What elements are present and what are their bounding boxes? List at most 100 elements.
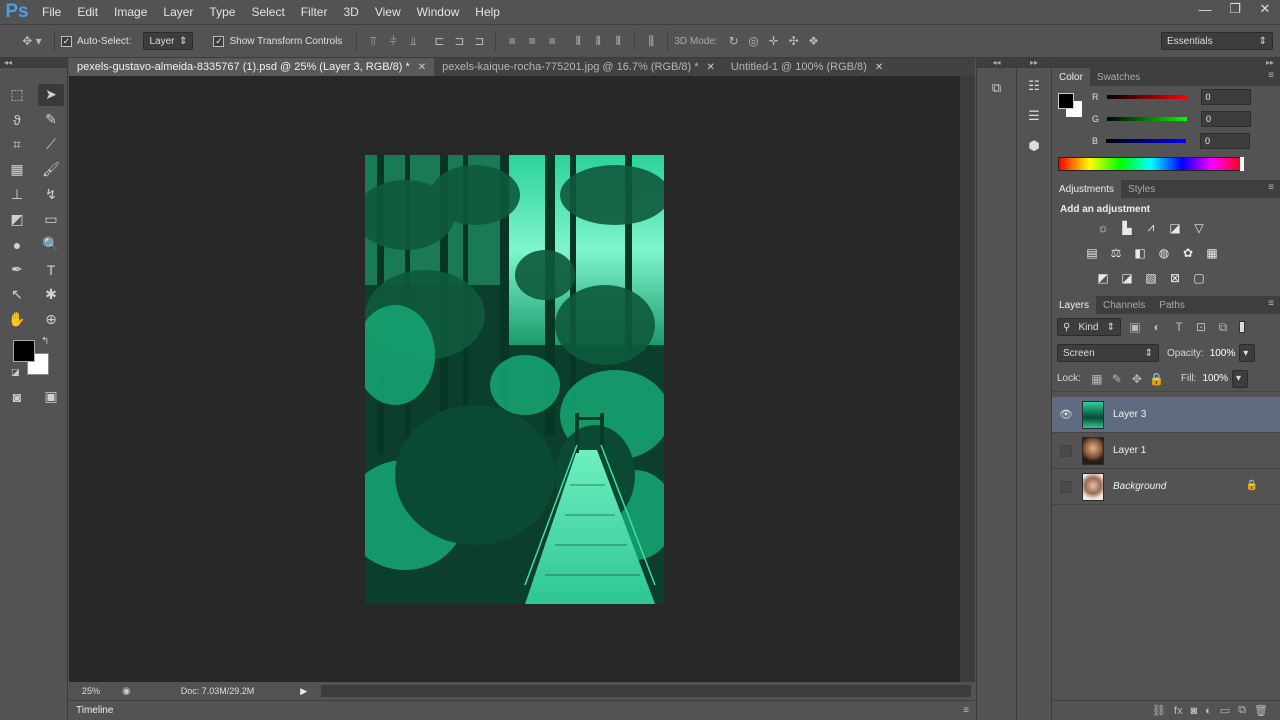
blur-tool-icon[interactable]: ● (4, 234, 30, 256)
tab-paths[interactable]: Paths (1152, 296, 1192, 314)
channel-mixer-icon[interactable]: ✿ (1179, 245, 1197, 261)
tab-channels[interactable]: Channels (1096, 296, 1152, 314)
3d-rotate-icon[interactable]: ↻ (724, 31, 744, 51)
menu-type[interactable]: Type (201, 0, 243, 24)
add-mask-icon[interactable]: ◙ (1190, 705, 1197, 717)
layer-row-layer-3[interactable]: 👁 Layer 3 (1052, 397, 1280, 433)
new-layer-icon[interactable]: ⧉ (1238, 704, 1246, 717)
gradient-tool-icon[interactable]: ▭ (38, 209, 64, 231)
menu-layer[interactable]: Layer (155, 0, 201, 24)
auto-select-checkbox[interactable]: ✓ Auto-Select: (61, 35, 131, 47)
3d-roll-icon[interactable]: ◎ (744, 31, 764, 51)
new-group-icon[interactable]: ▭ (1220, 704, 1230, 717)
menu-filter[interactable]: Filter (293, 0, 336, 24)
clone-stamp-tool-icon[interactable]: ⊥ (4, 184, 30, 206)
marquee-tool-icon[interactable]: ⬚ (4, 84, 30, 106)
properties-icon[interactable]: ☷ (1024, 78, 1044, 98)
lock-transparent-icon[interactable]: ▦ (1087, 369, 1107, 389)
blend-mode-dropdown[interactable]: Screen ⇕ (1057, 344, 1159, 362)
brush-tool-icon[interactable]: 🖌 (38, 159, 64, 181)
panel-menu-icon[interactable]: ≡ (1268, 70, 1274, 81)
visibility-toggle[interactable] (1056, 477, 1076, 497)
distribute-left-icon[interactable]: ⦀ (568, 31, 588, 51)
history-icon[interactable]: ⧉ (987, 80, 1007, 100)
link-layers-icon[interactable]: ⛓ (1152, 704, 1166, 717)
menu-select[interactable]: Select (243, 0, 292, 24)
status-info-icon[interactable]: ◉ (122, 686, 131, 697)
panel-menu-icon[interactable]: ≡ (1268, 182, 1274, 193)
lock-all-icon[interactable]: 🔒 (1147, 369, 1167, 389)
menu-window[interactable]: Window (409, 0, 468, 24)
exposure-icon[interactable]: ◪ (1166, 220, 1184, 236)
fill-arrow-icon[interactable]: ▾ (1232, 369, 1249, 388)
hand-tool-icon[interactable]: ✋ (4, 309, 30, 331)
dodge-tool-icon[interactable]: 🔍 (38, 234, 64, 256)
3d-panel-icon[interactable]: ⬢ (1024, 138, 1044, 158)
vibrance-icon[interactable]: ▽ (1190, 220, 1208, 236)
dock-expand-icon[interactable]: ◂◂ (977, 58, 1016, 68)
lock-image-icon[interactable]: ✎ (1107, 369, 1127, 389)
black-white-icon[interactable]: ◧ (1131, 245, 1149, 261)
visibility-toggle[interactable] (1056, 441, 1076, 461)
zoom-level[interactable]: 25% (82, 686, 122, 696)
close-button[interactable]: ✕ (1250, 0, 1280, 18)
filter-toggle-icon[interactable] (1239, 321, 1245, 333)
tab-document-3[interactable]: Untitled-1 @ 100% (RGB/8) ✕ (722, 58, 892, 76)
healing-brush-tool-icon[interactable]: ▦ (4, 159, 30, 181)
layer-style-icon[interactable]: fx (1174, 705, 1183, 717)
show-transform-checkbox[interactable]: ✓ Show Transform Controls (213, 35, 342, 47)
align-bottom-icon[interactable]: ⫫ (403, 31, 423, 51)
minimize-button[interactable]: — (1190, 0, 1220, 18)
invert-icon[interactable]: ◩ (1094, 270, 1112, 286)
visibility-eye-icon[interactable]: 👁 (1056, 405, 1076, 425)
blue-value[interactable]: 0 (1200, 133, 1251, 149)
fill-value[interactable]: 100% (1202, 373, 1228, 384)
filter-type-icon[interactable]: T (1171, 317, 1187, 337)
filter-shape-icon[interactable]: ⊡ (1193, 317, 1209, 337)
threshold-icon[interactable]: ▧ (1142, 270, 1160, 286)
tab-swatches[interactable]: Swatches (1090, 68, 1147, 86)
lasso-tool-icon[interactable]: ϑ (4, 109, 30, 131)
close-icon[interactable]: ✕ (875, 62, 883, 73)
screen-mode-icon[interactable]: ▣ (38, 386, 64, 408)
auto-select-dropdown[interactable]: Layer ⇕ (143, 32, 194, 50)
swap-colors-icon[interactable]: ↰ (41, 336, 49, 347)
lock-position-icon[interactable]: ✥ (1127, 369, 1147, 389)
dock-expand-icon[interactable]: ▸▸ (1017, 58, 1051, 68)
history-brush-tool-icon[interactable]: ↯ (38, 184, 64, 206)
move-tool-preset-icon[interactable]: ✥ ▾ (16, 31, 48, 51)
menu-help[interactable]: Help (467, 0, 508, 24)
levels-icon[interactable]: ▙ (1118, 220, 1136, 236)
red-slider[interactable] (1106, 95, 1187, 99)
workspace-dropdown[interactable]: Essentials ⇕ (1161, 32, 1273, 50)
hue-saturation-icon[interactable]: ▤ (1083, 245, 1101, 261)
align-vcenter-icon[interactable]: ⫩ (383, 31, 403, 51)
foreground-color-swatch[interactable] (13, 340, 35, 362)
blue-slider[interactable] (1106, 139, 1187, 143)
close-icon[interactable]: ✕ (707, 62, 715, 73)
menu-view[interactable]: View (367, 0, 409, 24)
distribute-right-icon[interactable]: ⦀ (608, 31, 628, 51)
menu-edit[interactable]: Edit (69, 0, 106, 24)
curves-icon[interactable]: ⩘ (1142, 220, 1160, 236)
auto-align-icon[interactable]: ⫼ (641, 31, 661, 51)
align-right-icon[interactable]: ⊐ (469, 31, 489, 51)
layer-kind-dropdown[interactable]: ⚲ Kind ⇕ (1057, 318, 1121, 336)
quick-mask-icon[interactable]: ◙ (4, 386, 30, 408)
filter-adjustment-icon[interactable]: ◐ (1149, 317, 1165, 337)
green-value[interactable]: 0 (1201, 111, 1252, 127)
layer-row-background[interactable]: Background 🔒 (1052, 469, 1280, 505)
3d-slide-icon[interactable]: ✣ (784, 31, 804, 51)
3d-pan-icon[interactable]: ✛ (764, 31, 784, 51)
document-canvas[interactable] (365, 155, 664, 604)
type-tool-icon[interactable]: T (38, 259, 64, 281)
tab-styles[interactable]: Styles (1121, 180, 1162, 198)
distribute-bottom-icon[interactable]: ≡ (542, 31, 562, 51)
brightness-icon[interactable]: ☼ (1094, 220, 1112, 236)
distribute-top-icon[interactable]: ≡ (502, 31, 522, 51)
menu-3d[interactable]: 3D (335, 0, 366, 24)
foreground-color-swatch[interactable] (1058, 93, 1074, 109)
close-icon[interactable]: ✕ (418, 62, 426, 73)
crop-tool-icon[interactable]: ⌗ (4, 134, 30, 156)
photo-filter-icon[interactable]: ◍ (1155, 245, 1173, 261)
